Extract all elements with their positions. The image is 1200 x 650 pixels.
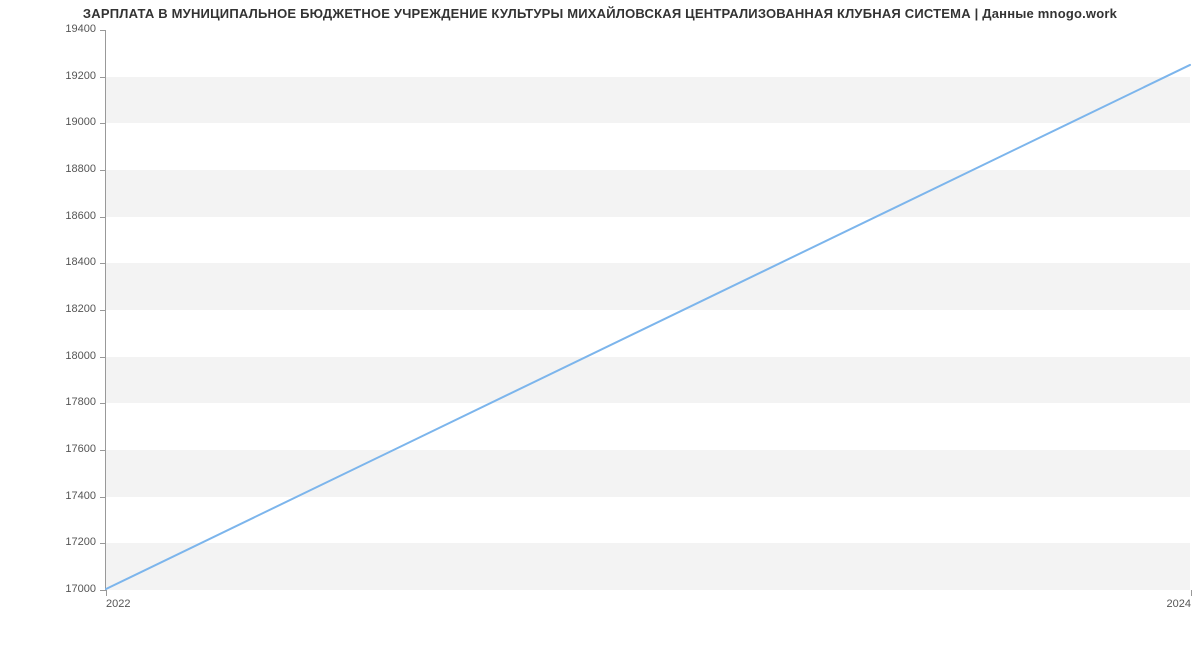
- y-tick-label: 19000: [65, 116, 96, 128]
- y-tick-mark: [100, 77, 106, 78]
- y-tick-mark: [100, 403, 106, 404]
- y-tick-mark: [100, 357, 106, 358]
- y-tick-mark: [100, 450, 106, 451]
- y-tick-label: 17600: [65, 443, 96, 455]
- y-tick-mark: [100, 30, 106, 31]
- plot-area: 1700017200174001760017800180001820018400…: [105, 30, 1190, 590]
- y-tick-label: 18400: [65, 256, 96, 268]
- x-tick-mark: [106, 590, 107, 596]
- y-tick-label: 17400: [65, 490, 96, 502]
- line-layer: [106, 30, 1190, 589]
- y-tick-label: 17800: [65, 396, 96, 408]
- y-tick-label: 19200: [65, 70, 96, 82]
- y-tick-mark: [100, 310, 106, 311]
- y-tick-mark: [100, 123, 106, 124]
- y-tick-label: 18000: [65, 350, 96, 362]
- salary-line-chart: ЗАРПЛАТА В МУНИЦИПАЛЬНОЕ БЮДЖЕТНОЕ УЧРЕЖ…: [0, 0, 1200, 650]
- y-tick-mark: [100, 497, 106, 498]
- y-tick-mark: [100, 170, 106, 171]
- y-tick-mark: [100, 217, 106, 218]
- y-tick-label: 17200: [65, 536, 96, 548]
- y-tick-label: 18800: [65, 163, 96, 175]
- y-tick-mark: [100, 543, 106, 544]
- x-tick-label: 2024: [1167, 598, 1191, 610]
- y-tick-mark: [100, 263, 106, 264]
- y-tick-label: 19400: [65, 23, 96, 35]
- series-line: [106, 65, 1190, 589]
- chart-title: ЗАРПЛАТА В МУНИЦИПАЛЬНОЕ БЮДЖЕТНОЕ УЧРЕЖ…: [0, 6, 1200, 21]
- x-tick-label: 2022: [106, 598, 130, 610]
- y-tick-label: 18200: [65, 303, 96, 315]
- y-tick-label: 18600: [65, 210, 96, 222]
- y-tick-label: 17000: [65, 583, 96, 595]
- x-tick-mark: [1191, 590, 1192, 596]
